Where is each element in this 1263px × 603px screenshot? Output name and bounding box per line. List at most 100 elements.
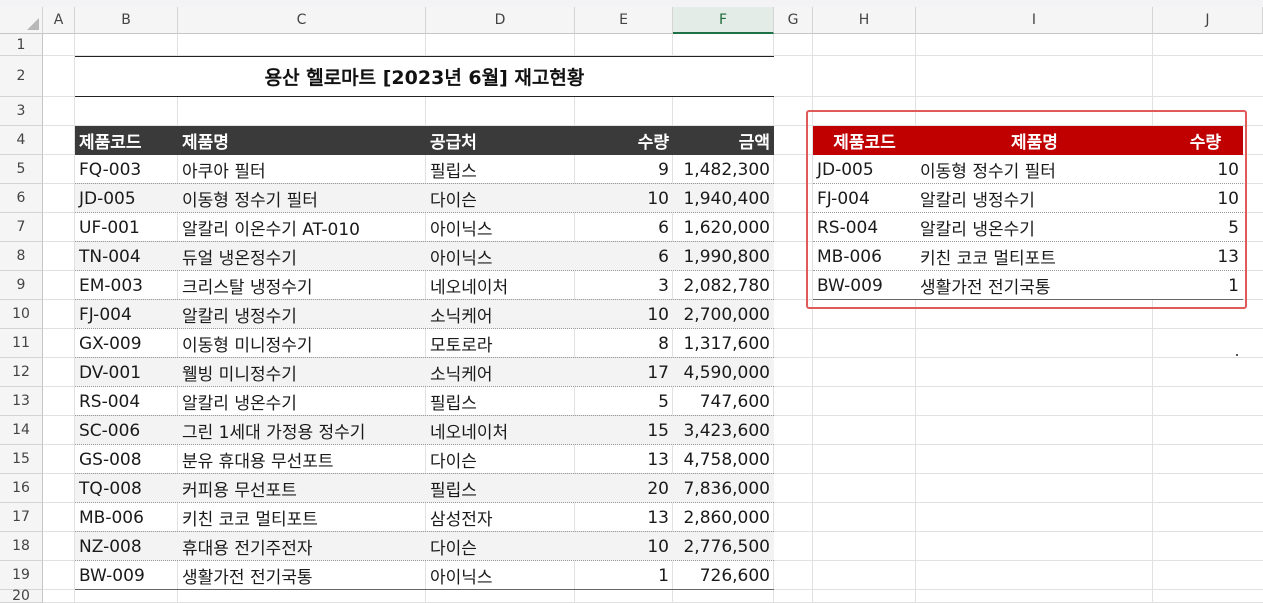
table-cell[interactable]: 듀얼 냉온정수기 bbox=[178, 242, 426, 271]
side-cell[interactable]: 13 bbox=[1153, 242, 1243, 271]
table-cell[interactable]: GX-009 bbox=[75, 329, 178, 358]
table-cell[interactable]: 삼성전자 bbox=[426, 503, 575, 532]
side-header-cell[interactable]: 제품명 bbox=[916, 126, 1153, 155]
table-cell[interactable]: 13 bbox=[575, 503, 673, 532]
table-cell[interactable]: 이동형 미니정수기 bbox=[178, 329, 426, 358]
row-header-1[interactable]: 1 bbox=[0, 34, 43, 56]
table-cell[interactable]: 15 bbox=[575, 416, 673, 445]
column-header-c[interactable]: C bbox=[178, 7, 426, 34]
side-cell[interactable]: 10 bbox=[1153, 155, 1243, 184]
row-header-20[interactable]: 20 bbox=[0, 588, 43, 603]
table-cell[interactable]: JD-005 bbox=[75, 184, 178, 213]
side-cell[interactable]: RS-004 bbox=[813, 213, 916, 242]
side-cell[interactable]: 5 bbox=[1153, 213, 1243, 242]
table-cell[interactable]: 그린 1세대 가정용 정수기 bbox=[178, 416, 426, 445]
main-header-cell[interactable]: 금액 bbox=[673, 126, 774, 155]
table-cell[interactable]: FJ-004 bbox=[75, 300, 178, 329]
table-cell[interactable]: 다이슨 bbox=[426, 184, 575, 213]
side-cell[interactable]: 알칼리 냉정수기 bbox=[916, 184, 1153, 213]
table-cell[interactable]: EM-003 bbox=[75, 271, 178, 300]
row-header-18[interactable]: 18 bbox=[0, 532, 43, 561]
table-cell[interactable]: 이동형 정수기 필터 bbox=[178, 184, 426, 213]
row-header-6[interactable]: 6 bbox=[0, 184, 43, 213]
table-cell[interactable]: 필립스 bbox=[426, 474, 575, 503]
table-cell[interactable]: 아이닉스 bbox=[426, 242, 575, 271]
table-cell[interactable]: UF-001 bbox=[75, 213, 178, 242]
column-header-h[interactable]: H bbox=[813, 7, 916, 34]
row-header-4[interactable]: 4 bbox=[0, 126, 43, 155]
table-cell[interactable]: 필립스 bbox=[426, 387, 575, 416]
table-cell[interactable]: 알칼리 냉정수기 bbox=[178, 300, 426, 329]
main-header-cell[interactable]: 제품코드 bbox=[75, 126, 178, 155]
column-header-i[interactable]: I bbox=[916, 7, 1153, 34]
side-cell[interactable]: MB-006 bbox=[813, 242, 916, 271]
sheet-title[interactable]: 용산 헬로마트 [2023년 6월] 재고현황 bbox=[75, 56, 774, 97]
row-header-12[interactable]: 12 bbox=[0, 358, 43, 387]
table-cell[interactable]: 분유 휴대용 무선포트 bbox=[178, 445, 426, 474]
row-header-11[interactable]: 11 bbox=[0, 329, 43, 358]
row-header-14[interactable]: 14 bbox=[0, 416, 43, 445]
table-cell[interactable]: 네오네이처 bbox=[426, 416, 575, 445]
table-cell[interactable]: 2,700,000 bbox=[673, 300, 774, 329]
table-cell[interactable]: BW-009 bbox=[75, 561, 178, 590]
table-cell[interactable]: 1,940,400 bbox=[673, 184, 774, 213]
main-header-cell[interactable]: 공급처 bbox=[426, 126, 575, 155]
table-cell[interactable]: 2,860,000 bbox=[673, 503, 774, 532]
side-header-cell[interactable]: 수량 bbox=[1153, 126, 1243, 155]
table-cell[interactable]: 726,600 bbox=[673, 561, 774, 590]
select-all-corner[interactable] bbox=[0, 7, 43, 34]
row-header-8[interactable]: 8 bbox=[0, 242, 43, 271]
main-header-cell[interactable]: 수량 bbox=[575, 126, 673, 155]
side-cell[interactable]: 생활가전 전기국통 bbox=[916, 271, 1153, 300]
table-cell[interactable]: 필립스 bbox=[426, 155, 575, 184]
table-cell[interactable]: 네오네이처 bbox=[426, 271, 575, 300]
row-header-16[interactable]: 16 bbox=[0, 474, 43, 503]
row-header-9[interactable]: 9 bbox=[0, 271, 43, 300]
column-header-e[interactable]: E bbox=[575, 7, 673, 34]
table-cell[interactable]: RS-004 bbox=[75, 387, 178, 416]
table-cell[interactable]: 키친 코코 멀티포트 bbox=[178, 503, 426, 532]
table-cell[interactable]: 5 bbox=[575, 387, 673, 416]
table-cell[interactable]: 커피용 무선포트 bbox=[178, 474, 426, 503]
table-cell[interactable]: 알칼리 이온수기 AT-010 bbox=[178, 213, 426, 242]
table-cell[interactable]: 3,423,600 bbox=[673, 416, 774, 445]
table-cell[interactable]: SC-006 bbox=[75, 416, 178, 445]
table-cell[interactable]: 10 bbox=[575, 532, 673, 561]
table-cell[interactable]: 아이닉스 bbox=[426, 213, 575, 242]
table-cell[interactable]: 3 bbox=[575, 271, 673, 300]
table-cell[interactable]: 모토로라 bbox=[426, 329, 575, 358]
row-header-17[interactable]: 17 bbox=[0, 503, 43, 532]
table-cell[interactable]: 1,482,300 bbox=[673, 155, 774, 184]
table-cell[interactable]: FQ-003 bbox=[75, 155, 178, 184]
table-cell[interactable]: 4,590,000 bbox=[673, 358, 774, 387]
table-cell[interactable]: 아이닉스 bbox=[426, 561, 575, 590]
table-cell[interactable]: 7,836,000 bbox=[673, 474, 774, 503]
table-cell[interactable]: 휴대용 전기주전자 bbox=[178, 532, 426, 561]
row-header-2[interactable]: 2 bbox=[0, 56, 43, 97]
column-header-g[interactable]: G bbox=[774, 7, 813, 34]
table-cell[interactable]: 4,758,000 bbox=[673, 445, 774, 474]
side-cell[interactable]: 이동형 정수기 필터 bbox=[916, 155, 1153, 184]
table-cell[interactable]: 17 bbox=[575, 358, 673, 387]
table-cell[interactable]: 2,082,780 bbox=[673, 271, 774, 300]
table-cell[interactable]: 6 bbox=[575, 213, 673, 242]
table-cell[interactable]: GS-008 bbox=[75, 445, 178, 474]
table-cell[interactable]: 9 bbox=[575, 155, 673, 184]
main-header-cell[interactable]: 제품명 bbox=[178, 126, 426, 155]
table-cell[interactable]: 다이슨 bbox=[426, 532, 575, 561]
column-header-a[interactable]: A bbox=[43, 7, 75, 34]
column-header-d[interactable]: D bbox=[426, 7, 575, 34]
table-cell[interactable]: 1,620,000 bbox=[673, 213, 774, 242]
table-cell[interactable]: TN-004 bbox=[75, 242, 178, 271]
table-cell[interactable]: 생활가전 전기국통 bbox=[178, 561, 426, 590]
row-header-19[interactable]: 19 bbox=[0, 561, 43, 590]
table-cell[interactable]: 1 bbox=[575, 561, 673, 590]
table-cell[interactable]: 1,990,800 bbox=[673, 242, 774, 271]
row-header-15[interactable]: 15 bbox=[0, 445, 43, 474]
side-cell[interactable]: BW-009 bbox=[813, 271, 916, 300]
table-cell[interactable]: 8 bbox=[575, 329, 673, 358]
row-header-10[interactable]: 10 bbox=[0, 300, 43, 329]
column-header-f[interactable]: F bbox=[673, 7, 774, 34]
side-cell[interactable]: 10 bbox=[1153, 184, 1243, 213]
column-header-j[interactable]: J bbox=[1153, 7, 1263, 34]
